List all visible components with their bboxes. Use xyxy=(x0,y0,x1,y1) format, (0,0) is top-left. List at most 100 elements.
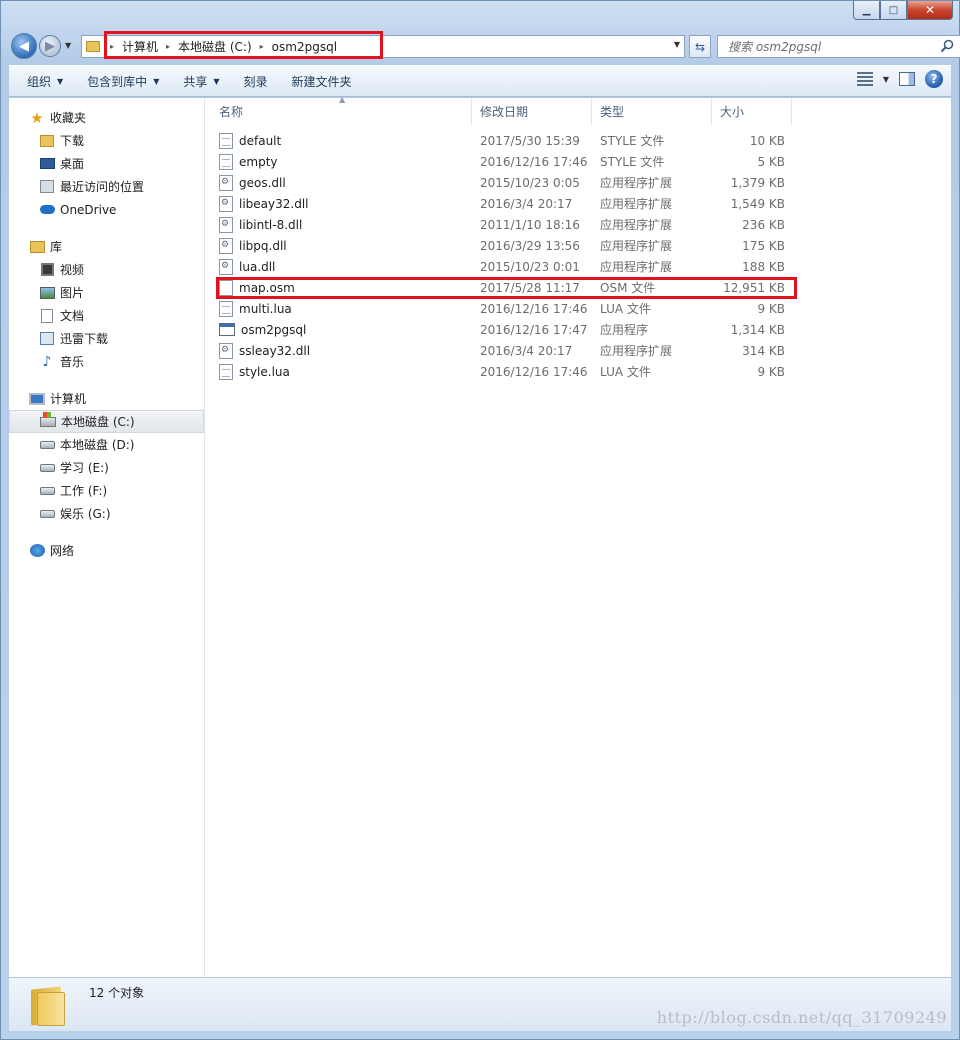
dll-file-icon xyxy=(219,342,233,359)
network-icon xyxy=(29,543,45,559)
breadcrumb-drive-c[interactable]: 本地磁盘 (C:) xyxy=(176,38,254,55)
file-name-cell[interactable]: ssleay32.dll xyxy=(205,342,472,359)
new-folder-button[interactable]: 新建文件夹 xyxy=(284,69,360,93)
sidebar-item-documents[interactable]: 文档 xyxy=(9,304,204,327)
sidebar-item-videos[interactable]: 视频 xyxy=(9,258,204,281)
sidebar-item-recent-places[interactable]: 最近访问的位置 xyxy=(9,175,204,198)
refresh-button[interactable]: ⇆ xyxy=(689,35,711,58)
caption-buttons: ▁ □ ✕ xyxy=(853,1,953,21)
sidebar-item-onedrive[interactable]: OneDrive xyxy=(9,198,204,221)
back-button[interactable]: ◀ xyxy=(11,33,37,59)
chevron-right-icon[interactable]: ▸ xyxy=(260,42,264,51)
minimize-button[interactable]: ▁ xyxy=(853,1,880,20)
address-history-dropdown[interactable]: ▼ xyxy=(674,40,680,49)
file-name-cell[interactable]: default xyxy=(205,132,472,149)
chevron-down-icon[interactable]: ▼ xyxy=(883,75,889,84)
file-date: 2015/10/23 0:05 xyxy=(480,175,580,190)
system-drive-icon xyxy=(40,411,56,430)
sidebar-item-pictures[interactable]: 图片 xyxy=(9,281,204,304)
view-options-icon[interactable] xyxy=(856,72,873,86)
file-name-cell[interactable]: libintl-8.dll xyxy=(205,216,472,233)
file-row[interactable]: libpq.dll 2016/3/29 13:56 应用程序扩展 175 KB xyxy=(205,235,792,256)
file-row[interactable]: lua.dll 2015/10/23 0:01 应用程序扩展 188 KB xyxy=(205,256,792,277)
file-name-cell[interactable]: style.lua xyxy=(205,363,472,380)
file-size: 12,951 KB xyxy=(723,280,785,295)
sidebar-item-network[interactable]: 网络 xyxy=(9,539,204,562)
sidebar-item-label: 文档 xyxy=(60,309,85,323)
preview-pane-icon[interactable] xyxy=(899,72,915,86)
file-row[interactable]: map.osm 2017/5/28 11:17 OSM 文件 12,951 KB xyxy=(205,277,792,298)
chevron-right-icon[interactable]: ▸ xyxy=(166,42,170,51)
file-date: 2017/5/28 11:17 xyxy=(480,280,580,295)
forward-button[interactable]: ▶ xyxy=(39,35,61,57)
file-name-cell[interactable]: lua.dll xyxy=(205,258,472,275)
network-group: 网络 xyxy=(9,539,204,562)
close-button[interactable]: ✕ xyxy=(907,1,953,20)
file-row[interactable]: libintl-8.dll 2011/1/10 18:16 应用程序扩展 236 KB xyxy=(205,214,792,235)
file-name-cell[interactable]: multi.lua xyxy=(205,300,472,317)
sidebar-item-favorites[interactable]: ★ 收藏夹 xyxy=(9,106,204,129)
breadcrumb-computer[interactable]: 计算机 xyxy=(120,38,160,55)
libraries-group: 库 视频 图片 文档 迅雷下载 ♪ 音乐 xyxy=(9,235,204,373)
column-header-type[interactable]: 类型 xyxy=(592,98,712,124)
sidebar-item-drive-d[interactable]: 本地磁盘 (D:) xyxy=(9,433,204,456)
file-row[interactable]: geos.dll 2015/10/23 0:05 应用程序扩展 1,379 KB xyxy=(205,172,792,193)
file-name-cell[interactable]: libpq.dll xyxy=(205,237,472,254)
sidebar-item-downloads[interactable]: 下载 xyxy=(9,129,204,152)
file-row[interactable]: osm2pgsql 2016/12/16 17:47 应用程序 1,314 KB xyxy=(205,319,792,340)
search-box[interactable] xyxy=(717,35,960,58)
file-name: style.lua xyxy=(239,364,290,379)
sidebar-item-label: OneDrive xyxy=(60,202,117,217)
file-name-cell[interactable]: osm2pgsql xyxy=(205,323,472,337)
breadcrumb-osm2pgsql[interactable]: osm2pgsql xyxy=(270,40,339,54)
search-icon[interactable] xyxy=(940,39,954,53)
share-menu[interactable]: 共享 ▼ xyxy=(175,69,227,93)
sidebar-item-drive-c[interactable]: 本地磁盘 (C:) xyxy=(9,410,204,433)
file-type: 应用程序扩展 xyxy=(600,344,673,358)
column-header-size[interactable]: 大小 xyxy=(712,98,792,124)
chevron-right-icon[interactable]: ▸ xyxy=(110,42,114,51)
organize-menu[interactable]: 组织 ▼ xyxy=(19,69,71,93)
file-name: libintl-8.dll xyxy=(239,217,303,232)
include-in-library-menu[interactable]: 包含到库中 ▼ xyxy=(79,69,167,93)
download-library-icon xyxy=(39,331,55,347)
sidebar-item-label: 图片 xyxy=(60,286,85,300)
sidebar-item-label: 音乐 xyxy=(60,355,85,369)
file-row[interactable]: libeay32.dll 2016/3/4 20:17 应用程序扩展 1,549 KB xyxy=(205,193,792,214)
file-date: 2016/12/16 17:46 xyxy=(480,364,588,379)
sidebar-item-drive-g[interactable]: 娱乐 (G:) xyxy=(9,502,204,525)
burn-button[interactable]: 刻录 xyxy=(236,69,276,93)
file-row[interactable]: style.lua 2016/12/16 17:46 LUA 文件 9 KB xyxy=(205,361,792,382)
dll-file-icon xyxy=(219,174,233,191)
file-row[interactable]: multi.lua 2016/12/16 17:46 LUA 文件 9 KB xyxy=(205,298,792,319)
file-name-cell[interactable]: libeay32.dll xyxy=(205,195,472,212)
file-name: multi.lua xyxy=(239,301,292,316)
sidebar-item-computer[interactable]: 计算机 xyxy=(9,387,204,410)
maximize-button[interactable]: □ xyxy=(880,1,907,20)
sidebar-item-desktop[interactable]: 桌面 xyxy=(9,152,204,175)
file-name-cell[interactable]: empty xyxy=(205,153,472,170)
file-row[interactable]: ssleay32.dll 2016/3/4 20:17 应用程序扩展 314 KB xyxy=(205,340,792,361)
column-header-date[interactable]: 修改日期 xyxy=(472,98,592,124)
file-name-cell[interactable]: map.osm xyxy=(205,279,472,296)
sidebar-item-libraries[interactable]: 库 xyxy=(9,235,204,258)
sidebar-item-music[interactable]: ♪ 音乐 xyxy=(9,350,204,373)
column-header-name[interactable]: 名称 xyxy=(205,98,472,124)
sidebar-item-xunlei-downloads[interactable]: 迅雷下载 xyxy=(9,327,204,350)
sidebar-item-drive-f[interactable]: 工作 (F:) xyxy=(9,479,204,502)
help-icon[interactable]: ? xyxy=(925,70,943,88)
file-date: 2016/3/4 20:17 xyxy=(480,343,573,358)
dll-file-icon xyxy=(219,195,233,212)
cloud-icon xyxy=(39,202,55,218)
file-row[interactable]: empty 2016/12/16 17:46 STYLE 文件 5 KB xyxy=(205,151,792,172)
favorites-group: ★ 收藏夹 下载 桌面 最近访问的位置 OneDrive xyxy=(9,106,204,221)
recent-pages-dropdown[interactable]: ▼ xyxy=(65,41,71,50)
file-rows: default 2017/5/30 15:39 STYLE 文件 10 KB empty… xyxy=(205,130,792,382)
file-row[interactable]: default 2017/5/30 15:39 STYLE 文件 10 KB xyxy=(205,130,792,151)
address-bar[interactable]: ▸ 计算机 ▸ 本地磁盘 (C:) ▸ osm2pgsql ▼ xyxy=(81,35,685,58)
sidebar-item-drive-e[interactable]: 学习 (E:) xyxy=(9,456,204,479)
search-input[interactable] xyxy=(728,39,928,54)
folder-icon xyxy=(82,36,104,57)
file-name-cell[interactable]: geos.dll xyxy=(205,174,472,191)
exe-file-icon xyxy=(219,323,235,336)
